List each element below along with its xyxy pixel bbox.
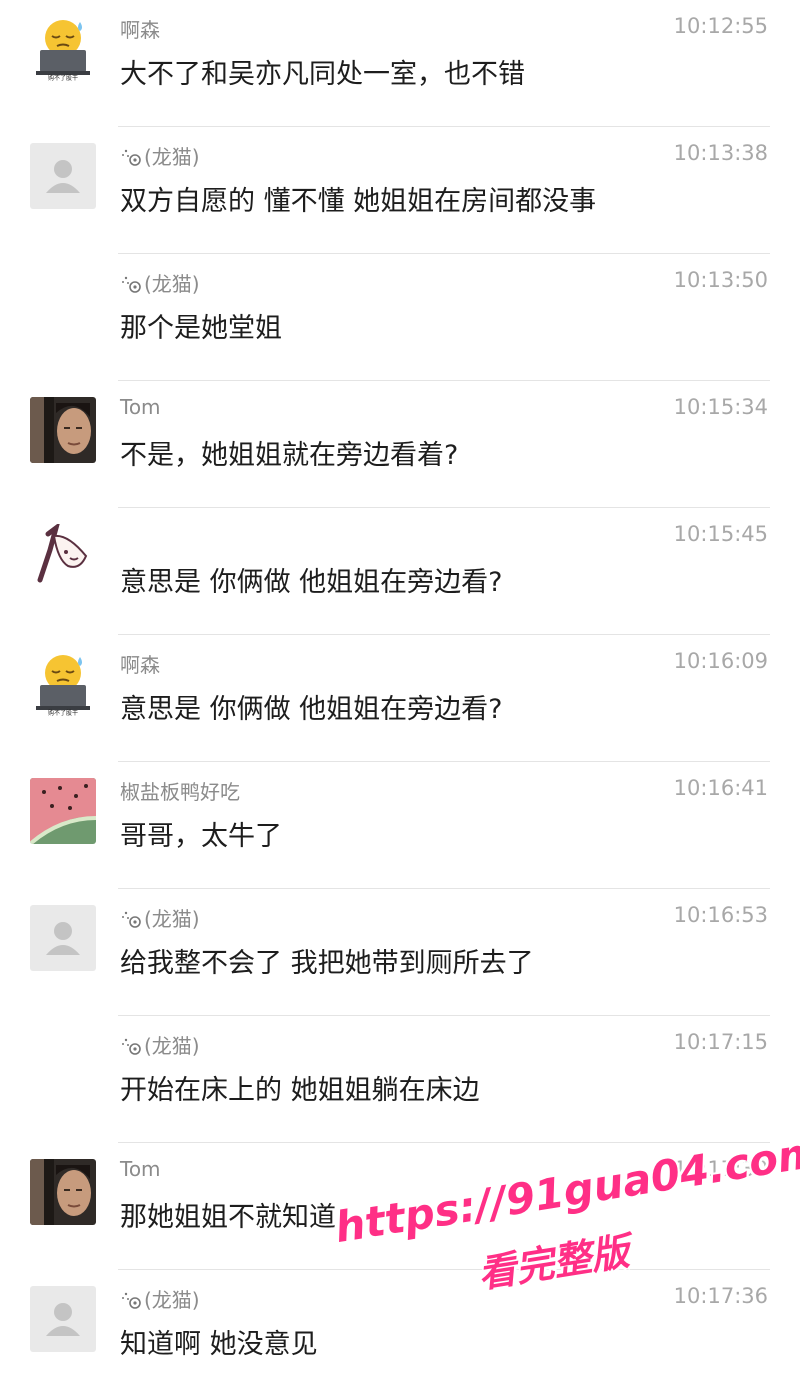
- chat-message[interactable]: (龙猫) 10:13:38 双方自愿的 懂不懂 她姐姐在房间都没事: [0, 127, 800, 254]
- nickname-decoration-icon: [122, 911, 141, 928]
- message-timestamp: 10:17:30: [673, 1157, 768, 1181]
- sender-name: 啊森: [120, 14, 160, 43]
- sender-name-text: 啊森: [120, 18, 160, 42]
- avatar[interactable]: [30, 778, 96, 844]
- sender-name-text: (龙猫): [144, 272, 200, 296]
- sender-name-text: (龙猫): [144, 1034, 200, 1058]
- message-text[interactable]: 意思是 你俩做 他姐姐在旁边看?: [120, 687, 503, 726]
- nickname-decoration-icon: [122, 276, 141, 293]
- sender-name: 啊森: [120, 649, 160, 678]
- sender-name-text: (龙猫): [144, 145, 200, 169]
- chat-message[interactable]: (龙猫) 10:17:15 开始在床上的 她姐姐躺在床边: [0, 1016, 800, 1143]
- avatar[interactable]: [30, 524, 96, 590]
- svg-text:购不了股干: 购不了股干: [48, 74, 78, 82]
- chat-message[interactable]: 椒盐板鸭好吃 10:16:41 哥哥，太牛了: [0, 762, 800, 889]
- chat-message[interactable]: 10:15:45 意思是 你俩做 他姐姐在旁边看?: [0, 508, 800, 635]
- avatar[interactable]: 购不了股干: [30, 16, 96, 82]
- message-timestamp: 10:17:15: [673, 1030, 768, 1054]
- message-timestamp: 10:16:41: [673, 776, 768, 800]
- sender-name: Tom: [120, 395, 161, 419]
- message-text[interactable]: 哥哥，太牛了: [120, 814, 282, 853]
- sender-name: (龙猫): [120, 141, 200, 170]
- nickname-decoration-icon: [122, 1038, 141, 1055]
- message-timestamp: 10:17:36: [673, 1284, 768, 1308]
- chat-message[interactable]: (龙猫) 10:17:36 知道啊 她没意见: [0, 1270, 800, 1397]
- message-text[interactable]: 意思是 你俩做 他姐姐在旁边看?: [120, 560, 503, 599]
- sender-name-text: 啊森: [120, 653, 160, 677]
- message-timestamp: 10:12:55: [673, 14, 768, 38]
- avatar[interactable]: [30, 1286, 96, 1352]
- sender-name-text: 椒盐板鸭好吃: [120, 780, 240, 804]
- avatar[interactable]: [30, 397, 96, 463]
- message-timestamp: 10:15:45: [673, 522, 768, 546]
- message-timestamp: 10:15:34: [673, 395, 768, 419]
- sender-name: 椒盐板鸭好吃: [120, 776, 240, 805]
- message-timestamp: 10:13:50: [673, 268, 768, 292]
- message-text[interactable]: 那个是她堂姐: [120, 306, 282, 345]
- chat-message[interactable]: 购不了股干 啊森 10:16:09 意思是 你俩做 他姐姐在旁边看?: [0, 635, 800, 762]
- message-text[interactable]: 不是，她姐姐就在旁边看着?: [120, 433, 458, 472]
- avatar[interactable]: [30, 1159, 96, 1225]
- sender-name: (龙猫): [120, 1030, 200, 1059]
- sender-name: (龙猫): [120, 1284, 200, 1313]
- sender-name-text: Tom: [120, 1157, 161, 1181]
- sender-name-text: (龙猫): [144, 907, 200, 931]
- message-text[interactable]: 那她姐姐不就知道: [120, 1195, 336, 1234]
- sender-name: (龙猫): [120, 268, 200, 297]
- chat-message[interactable]: (龙猫) 10:16:53 给我整不会了 我把她带到厕所去了: [0, 889, 800, 1016]
- message-text[interactable]: 给我整不会了 我把她带到厕所去了: [120, 941, 534, 980]
- message-timestamp: 10:13:38: [673, 141, 768, 165]
- chat-message[interactable]: (龙猫) 10:13:50 那个是她堂姐: [0, 254, 800, 381]
- sender-name-text: Tom: [120, 395, 161, 419]
- avatar[interactable]: 购不了股干: [30, 651, 96, 717]
- sender-name-text: (龙猫): [144, 1288, 200, 1312]
- message-text[interactable]: 开始在床上的 她姐姐躺在床边: [120, 1068, 480, 1107]
- svg-text:购不了股干: 购不了股干: [48, 709, 78, 717]
- avatar[interactable]: [30, 143, 96, 209]
- message-timestamp: 10:16:09: [673, 649, 768, 673]
- message-text[interactable]: 大不了和吴亦凡同处一室，也不错: [120, 52, 525, 91]
- avatar[interactable]: [30, 905, 96, 971]
- message-timestamp: 10:16:53: [673, 903, 768, 927]
- sender-name: (龙猫): [120, 903, 200, 932]
- chat-message[interactable]: 购不了股干 啊森 10:12:55 大不了和吴亦凡同处一室，也不错: [0, 0, 800, 127]
- sender-name: Tom: [120, 1157, 161, 1181]
- nickname-decoration-icon: [122, 1292, 141, 1309]
- message-text[interactable]: 知道啊 她没意见: [120, 1322, 318, 1361]
- message-text[interactable]: 双方自愿的 懂不懂 她姐姐在房间都没事: [120, 179, 596, 218]
- chat-message[interactable]: Tom 10:15:34 不是，她姐姐就在旁边看着?: [0, 381, 800, 508]
- nickname-decoration-icon: [122, 149, 141, 166]
- chat-message[interactable]: Tom 10:17:30 那她姐姐不就知道: [0, 1143, 800, 1270]
